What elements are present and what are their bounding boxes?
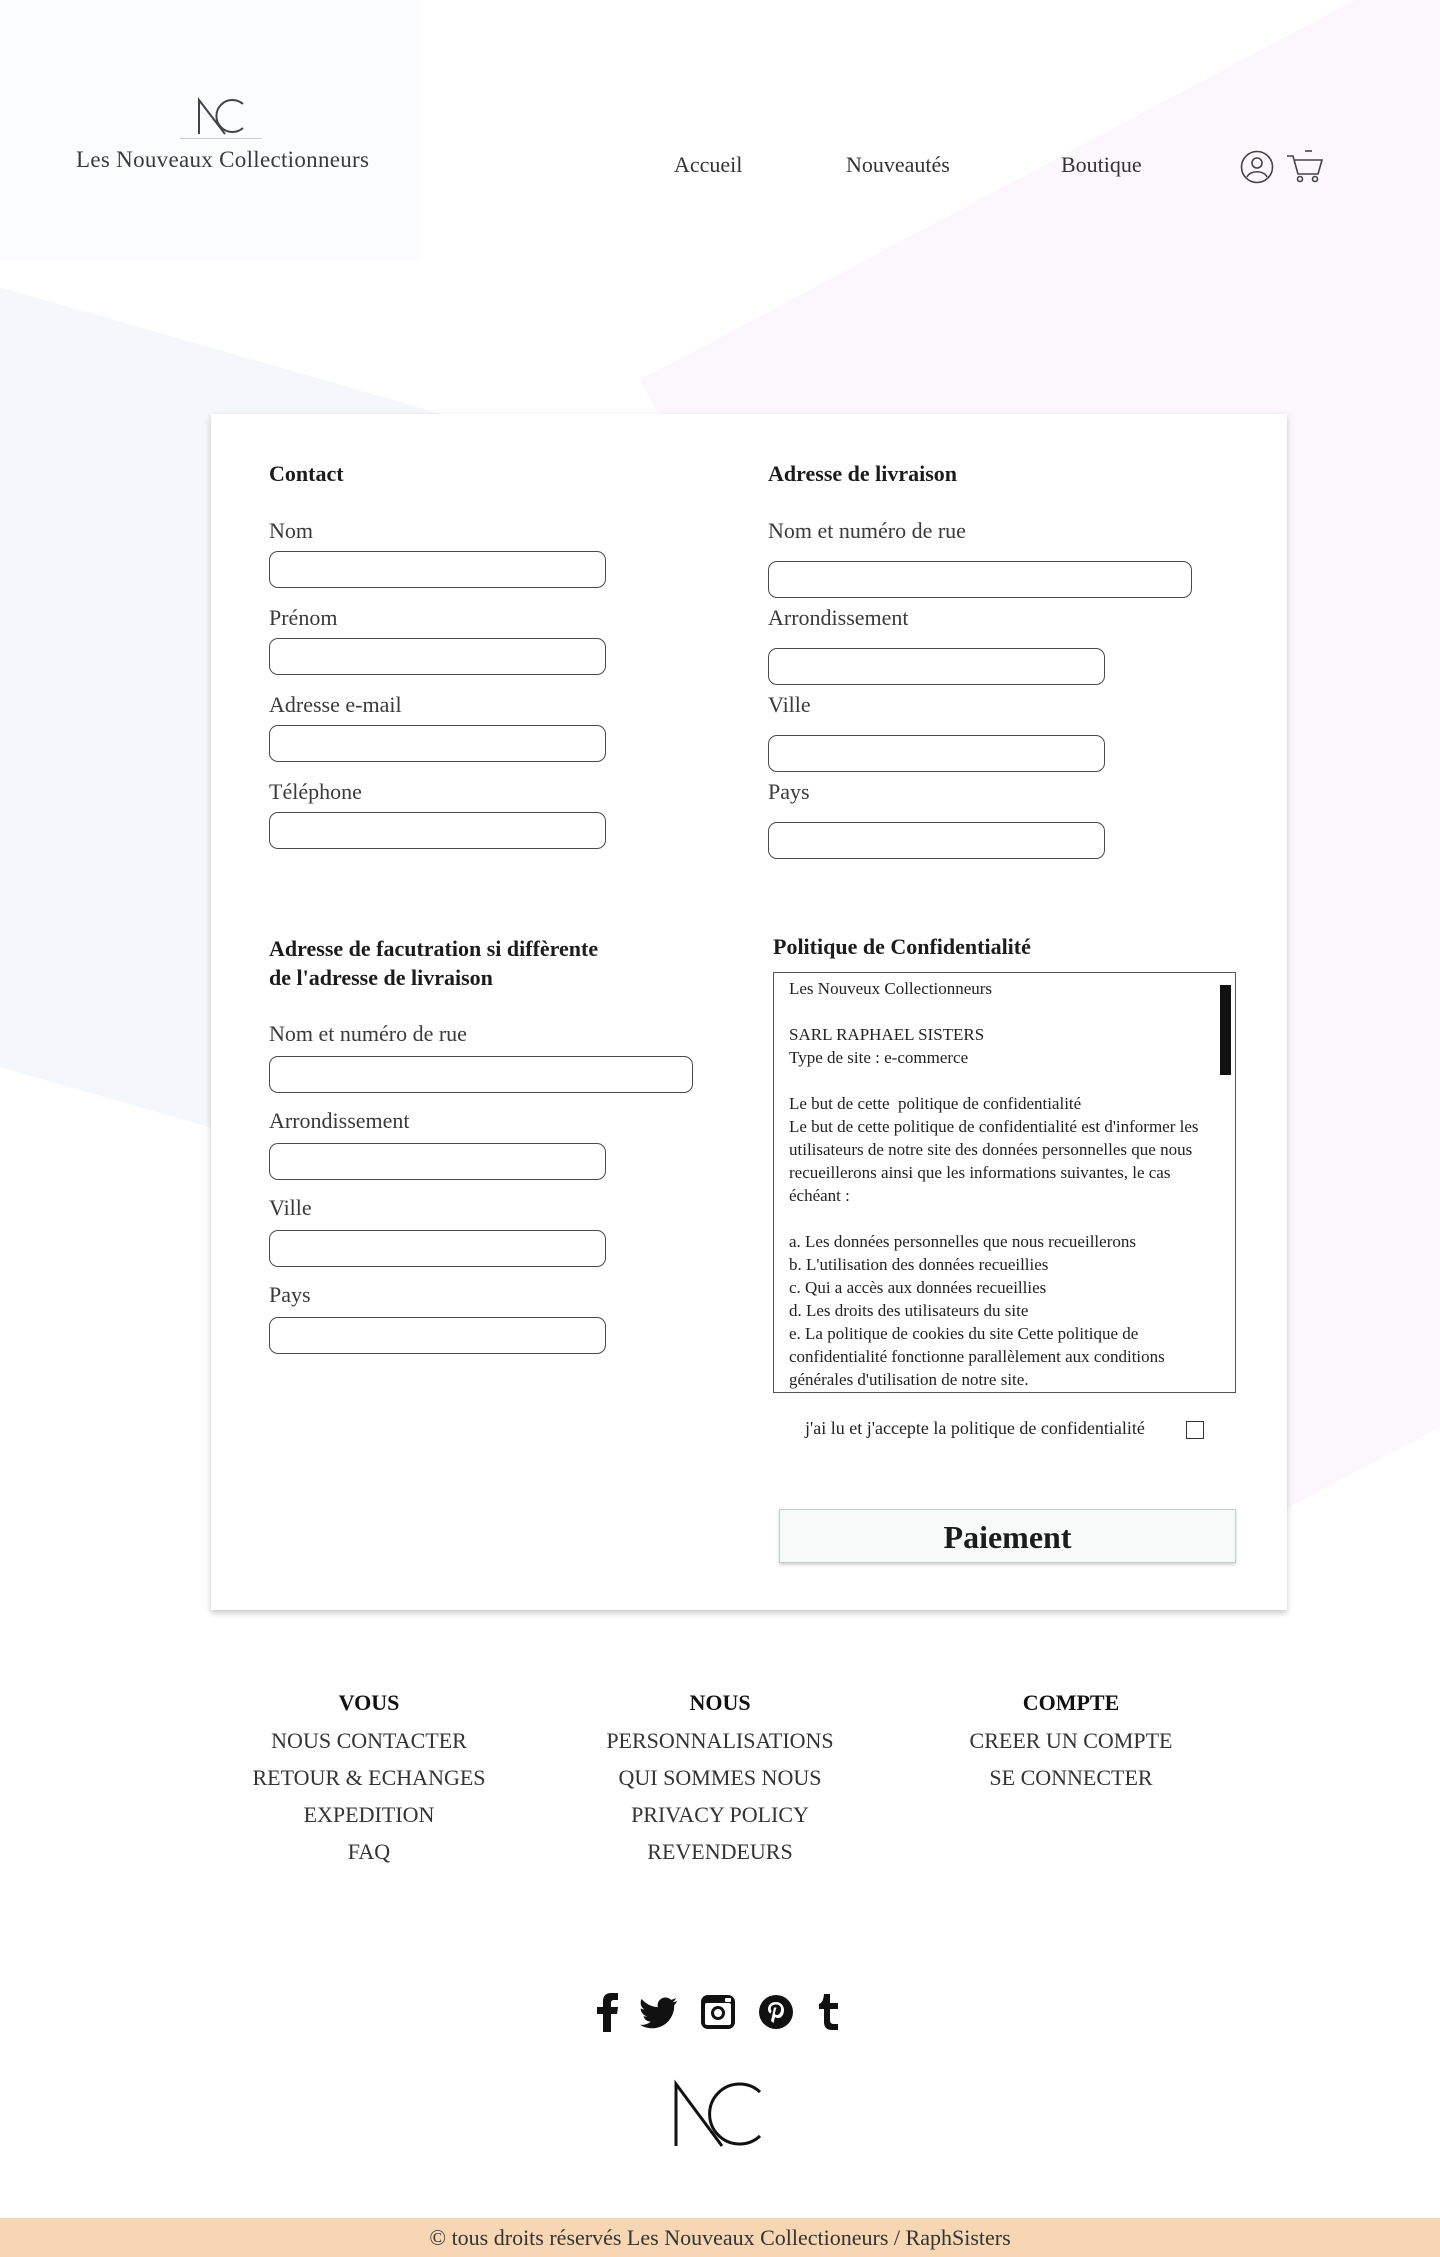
user-account-icon[interactable] (1240, 150, 1274, 184)
instagram-icon[interactable] (699, 1992, 737, 2032)
billing-arrondissement-input[interactable] (269, 1143, 606, 1180)
footer-link[interactable]: EXPEDITION (209, 1796, 529, 1833)
shipping-title: Adresse de livraison (768, 461, 958, 486)
nc-logo-bottom-icon[interactable] (670, 2078, 766, 2150)
footer-link[interactable]: CREER UN COMPTE (911, 1722, 1231, 1759)
footer-link[interactable]: PERSONNALISATIONS (560, 1722, 880, 1759)
payment-button[interactable]: Paiement (779, 1509, 1236, 1563)
nav-boutique[interactable]: Boutique (1061, 152, 1142, 178)
footer-heading: COMPTE (1022, 1690, 1120, 1715)
footer-heading: VOUS (338, 1690, 400, 1715)
tumblr-icon[interactable] (815, 1992, 841, 2032)
footer-link[interactable]: SE CONNECTER (911, 1759, 1231, 1796)
contact-prenom-label: Prénom (269, 605, 338, 630)
logo-divider (180, 138, 262, 139)
nc-logo-icon (198, 97, 244, 135)
shipping-street-label: Nom et numéro de rue (768, 518, 966, 543)
contact-prenom-input[interactable] (269, 638, 606, 675)
footer-column-compte: COMPTE CREER UN COMPTE SE CONNECTER (911, 1690, 1231, 1796)
footer-column-nous: NOUS PERSONNALISATIONS QUI SOMMES NOUS P… (560, 1690, 880, 1870)
checkout-form-card: Contact Nom Prénom Adresse e-mail Téléph… (211, 414, 1287, 1610)
pinterest-icon[interactable] (757, 1992, 795, 2032)
billing-street-label: Nom et numéro de rue (269, 1021, 467, 1046)
contact-title: Contact (269, 461, 344, 486)
shipping-ville-input[interactable] (768, 735, 1105, 772)
twitter-icon[interactable] (640, 1992, 678, 2032)
nav-accueil[interactable]: Accueil (674, 152, 742, 178)
footer-link[interactable]: NOUS CONTACTER (209, 1722, 529, 1759)
footer-heading: NOUS (689, 1690, 751, 1715)
nav-nouveautes[interactable]: Nouveautés (846, 152, 950, 178)
billing-title-line2: de l'adresse de livraison (269, 965, 493, 990)
footer-link[interactable]: REVENDEURS (560, 1833, 880, 1870)
billing-title-line1: Adresse de facutration si diffèrente (269, 936, 599, 961)
footer-column-vous: VOUS NOUS CONTACTER RETOUR & ECHANGES EX… (209, 1690, 529, 1870)
contact-nom-input[interactable] (269, 551, 606, 588)
shipping-arrondissement-input[interactable] (768, 648, 1105, 685)
policy-text: Les Nouveux Collectionneurs SARL RAPHAEL… (789, 979, 1199, 1389)
shopping-cart-icon[interactable] (1286, 148, 1324, 184)
shipping-pays-input[interactable] (768, 822, 1105, 859)
footer-link[interactable]: FAQ (209, 1833, 529, 1870)
accept-policy-checkbox[interactable] (1186, 1421, 1204, 1439)
shipping-street-input[interactable] (768, 561, 1192, 598)
billing-ville-label: Ville (269, 1195, 312, 1220)
footer-link[interactable]: RETOUR & ECHANGES (209, 1759, 529, 1796)
shipping-ville-label: Ville (768, 692, 811, 717)
policy-textbox[interactable]: Les Nouveux Collectionneurs SARL RAPHAEL… (773, 972, 1236, 1393)
contact-email-label: Adresse e-mail (269, 692, 402, 717)
accept-policy-label: j'ai lu et j'accepte la politique de con… (805, 1418, 1145, 1438)
brand-name: Les Nouveaux Collectionneurs (76, 147, 370, 172)
contact-telephone-label: Téléphone (269, 779, 362, 804)
shipping-arrondissement-label: Arrondissement (768, 605, 909, 630)
contact-email-input[interactable] (269, 725, 606, 762)
billing-pays-label: Pays (269, 1282, 311, 1307)
shipping-pays-label: Pays (768, 779, 810, 804)
contact-telephone-input[interactable] (269, 812, 606, 849)
copyright-bar: © tous droits réservés Les Nouveaux Coll… (0, 2218, 1440, 2257)
billing-ville-input[interactable] (269, 1230, 606, 1267)
footer-link[interactable]: QUI SOMMES NOUS (560, 1759, 880, 1796)
policy-title: Politique de Confidentialité (773, 934, 1031, 959)
billing-street-input[interactable] (269, 1056, 693, 1093)
facebook-icon[interactable] (594, 1992, 620, 2032)
billing-title: Adresse de facutration si diffèrente de … (269, 934, 649, 992)
brand-logo[interactable]: Les Nouveaux Collectionneurs (76, 96, 370, 173)
footer-link[interactable]: PRIVACY POLICY (560, 1796, 880, 1833)
billing-pays-input[interactable] (269, 1317, 606, 1354)
policy-scrollbar[interactable] (1220, 985, 1231, 1075)
billing-arrondissement-label: Arrondissement (269, 1108, 410, 1133)
contact-nom-label: Nom (269, 518, 313, 543)
